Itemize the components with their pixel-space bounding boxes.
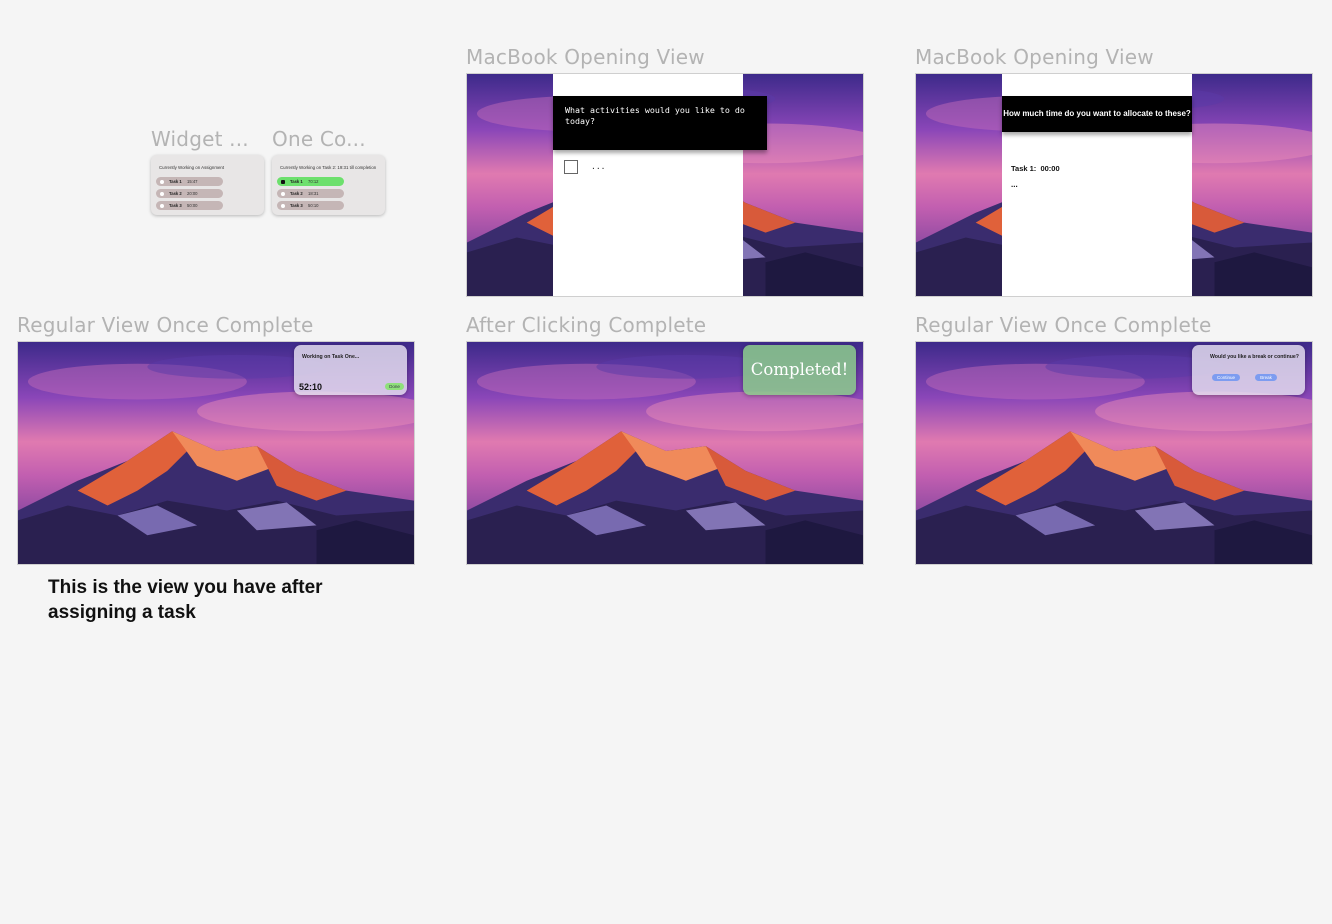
task-row[interactable]: Task 1 15:47 [156, 177, 223, 186]
frame-label-widget: Widget ... [151, 127, 249, 151]
break-card: Would you like a break or continue? Cont… [1192, 345, 1305, 395]
done-button[interactable]: Done [385, 383, 404, 390]
continue-button[interactable]: Continue [1212, 374, 1240, 381]
widget-title: Currently Working on Assignment [159, 165, 225, 170]
frame-regular-2: Would you like a break or continue? Cont… [915, 341, 1313, 565]
frame-after-click: Completed! [466, 341, 864, 565]
task-row-active[interactable]: Task 1 70:12 [277, 177, 344, 186]
radio-icon[interactable] [160, 203, 164, 208]
frame-macbook-2: How much time do you want to allocate to… [915, 73, 1313, 297]
completed-card: Completed! [743, 345, 856, 395]
task-time: 20:00 [187, 191, 198, 196]
break-button[interactable]: Break [1255, 374, 1277, 381]
task-row[interactable]: Task 3 50:10 [277, 201, 344, 210]
task-time: 50:00 [187, 203, 198, 208]
card-title: Working on Task One... [302, 354, 360, 360]
task-time: 70:12 [308, 179, 319, 184]
radio-icon[interactable] [281, 203, 285, 208]
task-row[interactable]: Task 2 18:31 [277, 189, 344, 198]
task-time: 18:31 [308, 191, 319, 196]
task-name: Task 2 [169, 191, 182, 196]
frame-label-one-co: One Co... [272, 127, 366, 151]
question-bar: How much time do you want to allocate to… [1002, 96, 1192, 132]
task-name: Task 2 [290, 191, 303, 196]
frame-macbook-1: What activities would you like to do tod… [466, 73, 864, 297]
task-name: Task 3 [290, 203, 303, 208]
countdown-timer: 52:10 [299, 382, 323, 392]
annotation-note: This is the view you have after assignin… [48, 577, 323, 623]
question-bar: What activities would you like to do tod… [553, 96, 767, 150]
task-name: Task 1 [290, 179, 303, 184]
activity-checkbox[interactable] [564, 160, 578, 174]
frame-label-regular-2: Regular View Once Complete [915, 313, 1212, 337]
radio-icon[interactable] [160, 191, 164, 196]
question-panel: What activities would you like to do tod… [553, 74, 767, 296]
task-card: Working on Task One... 52:10 Done [294, 345, 407, 395]
radio-icon[interactable] [281, 191, 285, 196]
task-row[interactable]: Task 2 20:00 [156, 189, 223, 198]
frame-label-regular-1: Regular View Once Complete [17, 313, 314, 337]
question-panel: How much time do you want to allocate to… [1002, 74, 1192, 296]
task-row[interactable]: Task 3 50:00 [156, 201, 223, 210]
radio-icon[interactable] [160, 179, 164, 184]
widget-one-complete[interactable]: Currently Working on Task 2: 19:31 till … [272, 155, 385, 215]
frame-regular-1: Working on Task One... 52:10 Done [17, 341, 415, 565]
task-time-input[interactable]: Task 1: 00:00 [1011, 164, 1060, 173]
activity-placeholder[interactable]: ... [591, 162, 605, 171]
checked-icon[interactable] [281, 179, 285, 184]
frame-label-macbook-2: MacBook Opening View [915, 45, 1154, 69]
task-name: Task 1 [169, 179, 182, 184]
widget-assignment[interactable]: Currently Working on Assignment Task 1 1… [151, 155, 264, 215]
frame-label-after-click: After Clicking Complete [466, 313, 707, 337]
card-title: Would you like a break or continue? [1210, 354, 1299, 360]
task-time: 15:47 [187, 179, 198, 184]
task-time: 50:10 [308, 203, 319, 208]
frame-label-macbook-1: MacBook Opening View [466, 45, 705, 69]
task-name: Task 3 [169, 203, 182, 208]
widget-title: Currently Working on Task 2: 19:31 till … [280, 165, 377, 170]
more-tasks: ... [1011, 180, 1018, 189]
